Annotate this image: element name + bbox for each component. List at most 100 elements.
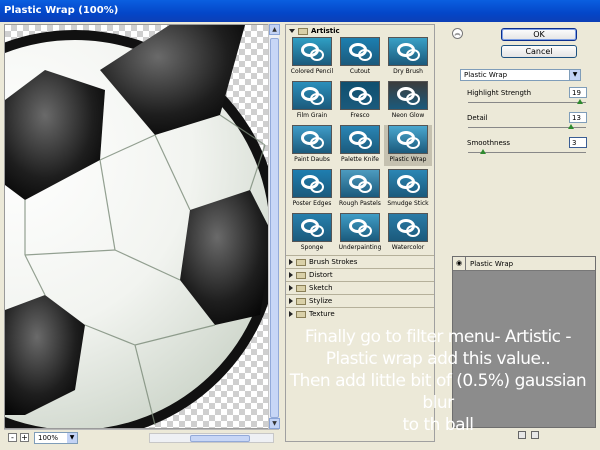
filter-thumb[interactable]: Watercolor — [384, 213, 432, 254]
chevron-down-icon: ▼ — [569, 70, 580, 80]
smoothness-knob[interactable] — [480, 149, 487, 154]
eye-icon[interactable]: ◉ — [453, 257, 466, 270]
filter-thumb[interactable]: Rough Pastels — [336, 169, 384, 210]
expand-triangle-icon — [289, 29, 295, 33]
filter-thumb-label: Neon Glow — [391, 112, 425, 119]
zoom-out-button[interactable]: - — [8, 433, 17, 442]
category-sketch[interactable]: Sketch — [286, 282, 434, 294]
expand-triangle-icon — [289, 259, 293, 265]
filter-preview-icon — [340, 37, 380, 66]
caption-line: Plastic wrap add this value.. — [325, 349, 551, 369]
folder-icon — [296, 297, 306, 305]
filter-thumb[interactable]: Paint Daubs — [288, 125, 336, 166]
category-label: Brush Strokes — [309, 258, 358, 266]
detail-label: Detail — [467, 114, 488, 122]
highlight-strength-label: Highlight Strength — [467, 89, 532, 97]
filter-preview-icon — [388, 213, 428, 242]
filter-thumb[interactable]: Sponge — [288, 213, 336, 254]
cancel-button[interactable]: Cancel — [501, 45, 577, 58]
folder-icon — [296, 258, 306, 266]
filter-thumb[interactable]: Underpainting — [336, 213, 384, 254]
detail-input[interactable]: 13 — [569, 112, 587, 123]
filter-preview-icon — [388, 37, 428, 66]
filter-thumb-label: Smudge Stick — [387, 200, 429, 207]
filter-thumb[interactable]: Cutout — [336, 37, 384, 78]
filter-thumb-label: Rough Pastels — [339, 200, 381, 207]
filter-thumb[interactable]: Film Grain — [288, 81, 336, 122]
highlight-strength-knob[interactable] — [577, 99, 584, 104]
category-label: Stylize — [309, 297, 333, 305]
filter-thumb-label: Plastic Wrap — [389, 156, 427, 163]
folder-icon — [296, 284, 306, 292]
image-preview[interactable] — [4, 24, 279, 429]
filter-preview-icon — [292, 37, 332, 66]
filter-thumb[interactable]: Fresco — [336, 81, 384, 122]
filter-thumbnails: Colored Pencil Cutout Dry Brush Film Grain F… — [288, 37, 432, 254]
caption-line: Finally go to filter menu- Artistic - — [304, 327, 572, 347]
filter-preview-icon — [292, 213, 332, 242]
category-texture[interactable]: Texture — [286, 308, 434, 320]
category-stylize[interactable]: Stylize — [286, 295, 434, 307]
caption-line: to th ball — [402, 415, 474, 435]
zoom-in-button[interactable]: + — [20, 433, 29, 442]
expand-triangle-icon — [289, 298, 293, 304]
folder-icon — [298, 27, 308, 35]
smoothness-input[interactable]: 3 — [569, 137, 587, 148]
filter-thumb-label: Poster Edges — [292, 200, 332, 207]
filter-thumb-label: Dry Brush — [393, 68, 423, 75]
filter-preview-icon — [340, 81, 380, 110]
filter-preview-icon — [292, 169, 332, 198]
scroll-down-arrow-icon[interactable]: ▼ — [269, 418, 280, 429]
detail-knob[interactable] — [567, 124, 574, 129]
folder-icon — [296, 271, 306, 279]
filter-thumb-label: Film Grain — [296, 112, 328, 119]
category-label: Texture — [309, 310, 335, 318]
collapse-gallery-icon[interactable]: ︽ — [452, 28, 463, 39]
filter-thumb-label: Watercolor — [391, 244, 425, 251]
filter-select[interactable]: Plastic Wrap ▼ — [460, 69, 581, 81]
preview-bottom-bar: - + 100% ▼ — [4, 429, 279, 445]
preview-vertical-scrollbar[interactable]: ▲ ▼ — [268, 24, 280, 429]
filter-thumb[interactable]: Neon Glow — [384, 81, 432, 122]
scroll-thumb[interactable] — [270, 38, 279, 418]
filter-thumb-label: Fresco — [350, 112, 370, 119]
chevron-down-icon: ▼ — [67, 433, 77, 443]
category-label: Sketch — [309, 284, 333, 292]
ok-button[interactable]: OK — [501, 28, 577, 41]
filter-thumb[interactable]: Colored Pencil — [288, 37, 336, 78]
filter-preview-icon — [340, 213, 380, 242]
category-label: Artistic — [311, 27, 340, 35]
filter-thumb[interactable]: Smudge Stick — [384, 169, 432, 210]
zoom-select[interactable]: 100% ▼ — [34, 432, 78, 444]
filter-preview-icon — [388, 125, 428, 154]
expand-triangle-icon — [289, 285, 293, 291]
filter-thumb[interactable]: Plastic Wrap — [384, 125, 432, 166]
effect-layer-row[interactable]: ◉ Plastic Wrap — [453, 257, 595, 271]
filter-thumb-label: Underpainting — [338, 244, 382, 251]
effect-layer-name: Plastic Wrap — [470, 259, 514, 268]
category-artistic[interactable]: Artistic — [286, 25, 434, 37]
hscroll-thumb[interactable] — [190, 435, 250, 442]
window-title: Plastic Wrap (100%) — [0, 0, 600, 22]
highlight-strength-input[interactable]: 19 — [569, 87, 587, 98]
scroll-up-arrow-icon[interactable]: ▲ — [269, 24, 280, 35]
filter-preview-icon — [388, 81, 428, 110]
filter-thumb-label: Sponge — [300, 244, 324, 251]
filter-thumb-label: Palette Knife — [341, 156, 379, 163]
category-brush-strokes[interactable]: Brush Strokes — [286, 256, 434, 268]
filter-thumb[interactable]: Dry Brush — [384, 37, 432, 78]
filter-thumb-label: Paint Daubs — [294, 156, 330, 163]
folder-icon — [296, 310, 306, 318]
caption-line: Then add little bit of (0.5%) gaussian b… — [289, 371, 587, 413]
expand-triangle-icon — [289, 272, 293, 278]
highlight-strength-slider[interactable] — [468, 102, 586, 103]
category-distort[interactable]: Distort — [286, 269, 434, 281]
filter-select-value: Plastic Wrap — [464, 71, 508, 79]
filter-thumb-label: Colored Pencil — [290, 68, 334, 75]
preview-horizontal-scrollbar[interactable] — [149, 433, 274, 443]
filter-preview-icon — [292, 125, 332, 154]
smoothness-label: Smoothness — [467, 139, 511, 147]
filter-thumb[interactable]: Poster Edges — [288, 169, 336, 210]
filter-thumb[interactable]: Palette Knife — [336, 125, 384, 166]
filter-preview-icon — [388, 169, 428, 198]
